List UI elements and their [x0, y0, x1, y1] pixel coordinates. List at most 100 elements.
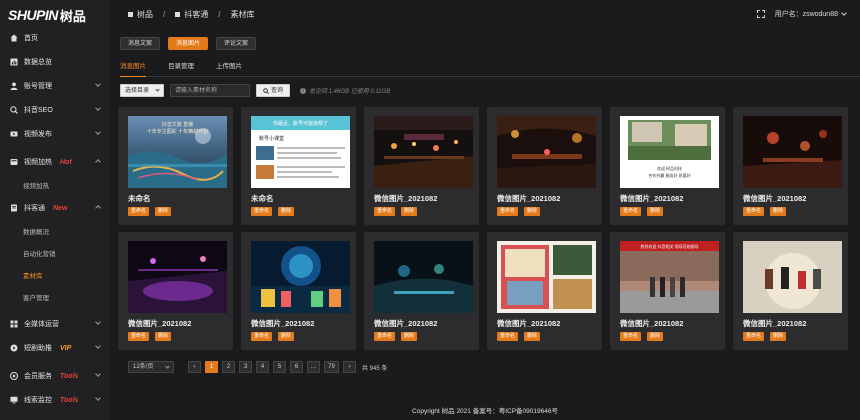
type-button-message-text[interactable]: 消息文案 — [120, 37, 161, 50]
username-label[interactable]: 用户名：zswodun88 — [775, 9, 838, 19]
sidebar-item-douketong[interactable]: 抖客通 New — [0, 196, 110, 220]
page-size-value: 12条/页 — [133, 364, 154, 370]
image-thumbnail[interactable]: 抖音文旅 直播 十年专注图彩 十年精耕开始 — [128, 116, 227, 188]
sidebar-item-overview[interactable]: 数据总览 — [0, 50, 110, 74]
rename-button[interactable]: 重命名 — [497, 207, 519, 216]
card-actions: 重命名 删除 — [620, 207, 664, 216]
sidebar-subitem-data-overview[interactable]: 数据概况 — [0, 220, 110, 242]
image-thumbnail[interactable]: 你最近、账号可能违规了 账号小课堂 — [251, 116, 350, 188]
directory-select[interactable]: 选择目录 — [120, 84, 164, 97]
sidebar-item-seo[interactable]: 抖音SEO — [0, 98, 110, 122]
image-thumbnail[interactable] — [743, 241, 842, 313]
sidebar-item-label: 视频发布 — [24, 131, 52, 138]
sidebar-item-accounts[interactable]: 账号管理 — [0, 74, 110, 98]
page-button-6[interactable]: 6 — [290, 361, 303, 373]
page-size-select[interactable]: 12条/页 — [128, 361, 174, 373]
page-button-1[interactable]: 1 — [205, 361, 218, 373]
page-button-3[interactable]: 3 — [239, 361, 252, 373]
type-button-message-image[interactable]: 消息图片 — [168, 37, 209, 50]
chevron-down-icon — [95, 129, 101, 135]
image-thumbnail[interactable] — [497, 116, 596, 188]
tab-upload-image[interactable]: 上传图片 — [216, 61, 242, 77]
image-thumbnail[interactable] — [497, 241, 596, 313]
image-thumbnail[interactable] — [743, 116, 842, 188]
delete-button[interactable]: 删除 — [155, 207, 172, 216]
image-thumbnail[interactable]: 欢迎 树品科技 合作共赢 服务好 质量好 — [620, 116, 719, 188]
chevron-down-icon — [165, 364, 170, 369]
image-thumbnail[interactable] — [374, 241, 473, 313]
tab-directory-management[interactable]: 目录管理 — [168, 61, 194, 77]
sidebar-item-home[interactable]: 首页 — [0, 26, 110, 50]
page-ellipsis-button[interactable]: … — [307, 361, 320, 373]
fullscreen-icon[interactable] — [756, 10, 765, 18]
image-thumbnail[interactable] — [128, 241, 227, 313]
page-button-4[interactable]: 4 — [256, 361, 269, 373]
delete-button[interactable]: 删除 — [647, 207, 664, 216]
sidebar-item-label: 视频加热 — [24, 159, 52, 166]
prev-page-button[interactable]: ‹ — [188, 361, 201, 373]
rename-button[interactable]: 重命名 — [743, 207, 765, 216]
next-page-button[interactable]: › — [343, 361, 356, 373]
rename-button[interactable]: 重命名 — [128, 332, 150, 341]
rename-button[interactable]: 重命名 — [620, 207, 642, 216]
image-thumbnail[interactable]: 热烈欢迎 抖音相关 领导莅临指导 — [620, 241, 719, 313]
delete-button[interactable]: 删除 — [647, 332, 664, 341]
sidebar-subitem-material-library[interactable]: 素材库 — [0, 264, 110, 286]
sidebar-item-member[interactable]: 会员服务 Tools — [0, 364, 110, 388]
sidebar-subitem-video-heat[interactable]: 视频加热 — [0, 174, 110, 196]
image-name: 未命名 — [251, 194, 274, 203]
user-icon — [10, 82, 18, 90]
breadcrumb: 树品 / 抖客通 / 素材库 — [128, 9, 254, 20]
image-thumbnail[interactable] — [374, 116, 473, 188]
card-actions: 重命名 删除 — [497, 332, 541, 341]
chart-icon — [10, 58, 18, 66]
image-card: 热烈欢迎 抖音相关 领导莅临指导 微信图片_2021082 重命名 删除 — [610, 232, 725, 350]
sidebar-item-media-ops[interactable]: 全媒体运营 — [0, 312, 110, 336]
delete-button[interactable]: 删除 — [155, 332, 172, 341]
type-button-comment-text[interactable]: 评论文案 — [216, 37, 257, 50]
sidebar-item-short-drama[interactable]: 短剧助推 VIP — [0, 336, 110, 360]
delete-button[interactable]: 删除 — [278, 332, 295, 341]
rename-button[interactable]: 重命名 — [374, 207, 396, 216]
tab-message-images[interactable]: 消息图片 — [120, 61, 146, 77]
sidebar-item-lead-monitor[interactable]: 线索监控 Tools — [0, 388, 110, 412]
rename-button[interactable]: 重命名 — [620, 332, 642, 341]
breadcrumb-item[interactable]: 树品 — [137, 9, 153, 20]
delete-button[interactable]: 删除 — [770, 332, 787, 341]
rename-button[interactable]: 重命名 — [743, 332, 765, 341]
delete-button[interactable]: 删除 — [401, 207, 418, 216]
page-button-5[interactable]: 5 — [273, 361, 286, 373]
sidebar-item-video-publish[interactable]: 视频发布 — [0, 122, 110, 146]
search-icon — [263, 87, 269, 94]
tab-bar: 消息图片 目录管理 上传图片 — [120, 61, 860, 77]
sidebar-subitem-auto-marketing[interactable]: 自动化营销 — [0, 242, 110, 264]
main-content: 消息文案 消息图片 评论文案 消息图片 目录管理 上传图片 选择目录 请输入素材… — [110, 28, 860, 420]
rename-button[interactable]: 重命名 — [497, 332, 519, 341]
image-thumbnail[interactable] — [251, 241, 350, 313]
delete-button[interactable]: 删除 — [401, 332, 418, 341]
search-input[interactable]: 请输入素材名称 — [170, 84, 250, 97]
page-button-79[interactable]: 79 — [324, 361, 339, 373]
page-button-2[interactable]: 2 — [222, 361, 235, 373]
delete-button[interactable]: 删除 — [524, 332, 541, 341]
sidebar-item-video-heat[interactable]: 视频加热 Hot — [0, 150, 110, 174]
image-name: 微信图片_2021082 — [251, 319, 315, 328]
breadcrumb-item[interactable]: 抖客通 — [184, 9, 208, 20]
breadcrumb-item-current: 素材库 — [230, 9, 255, 19]
card-actions: 重命名 删除 — [497, 207, 541, 216]
rename-button[interactable]: 重命名 — [251, 207, 273, 216]
image-card: 微信图片_2021082 重命名 删除 — [364, 107, 479, 225]
sidebar-subitem-customer-management[interactable]: 客户管理 — [0, 286, 110, 308]
delete-button[interactable]: 删除 — [524, 207, 541, 216]
delete-button[interactable]: 删除 — [278, 207, 295, 216]
rename-button[interactable]: 重命名 — [374, 332, 396, 341]
image-name: 微信图片_2021082 — [374, 319, 438, 328]
thumb-overlay-text: 抖音文旅 直播 — [162, 121, 193, 128]
rename-button[interactable]: 重命名 — [128, 207, 150, 216]
search-button[interactable]: 查询 — [256, 84, 291, 97]
rename-button[interactable]: 重命名 — [251, 332, 273, 341]
card-actions: 重命名 删除 — [251, 207, 295, 216]
chevron-down-icon[interactable] — [841, 9, 847, 16]
delete-button[interactable]: 删除 — [770, 207, 787, 216]
pagination: 12条/页 ‹ 1 2 3 4 5 6 … 79 › 共 945 条 — [128, 361, 387, 373]
